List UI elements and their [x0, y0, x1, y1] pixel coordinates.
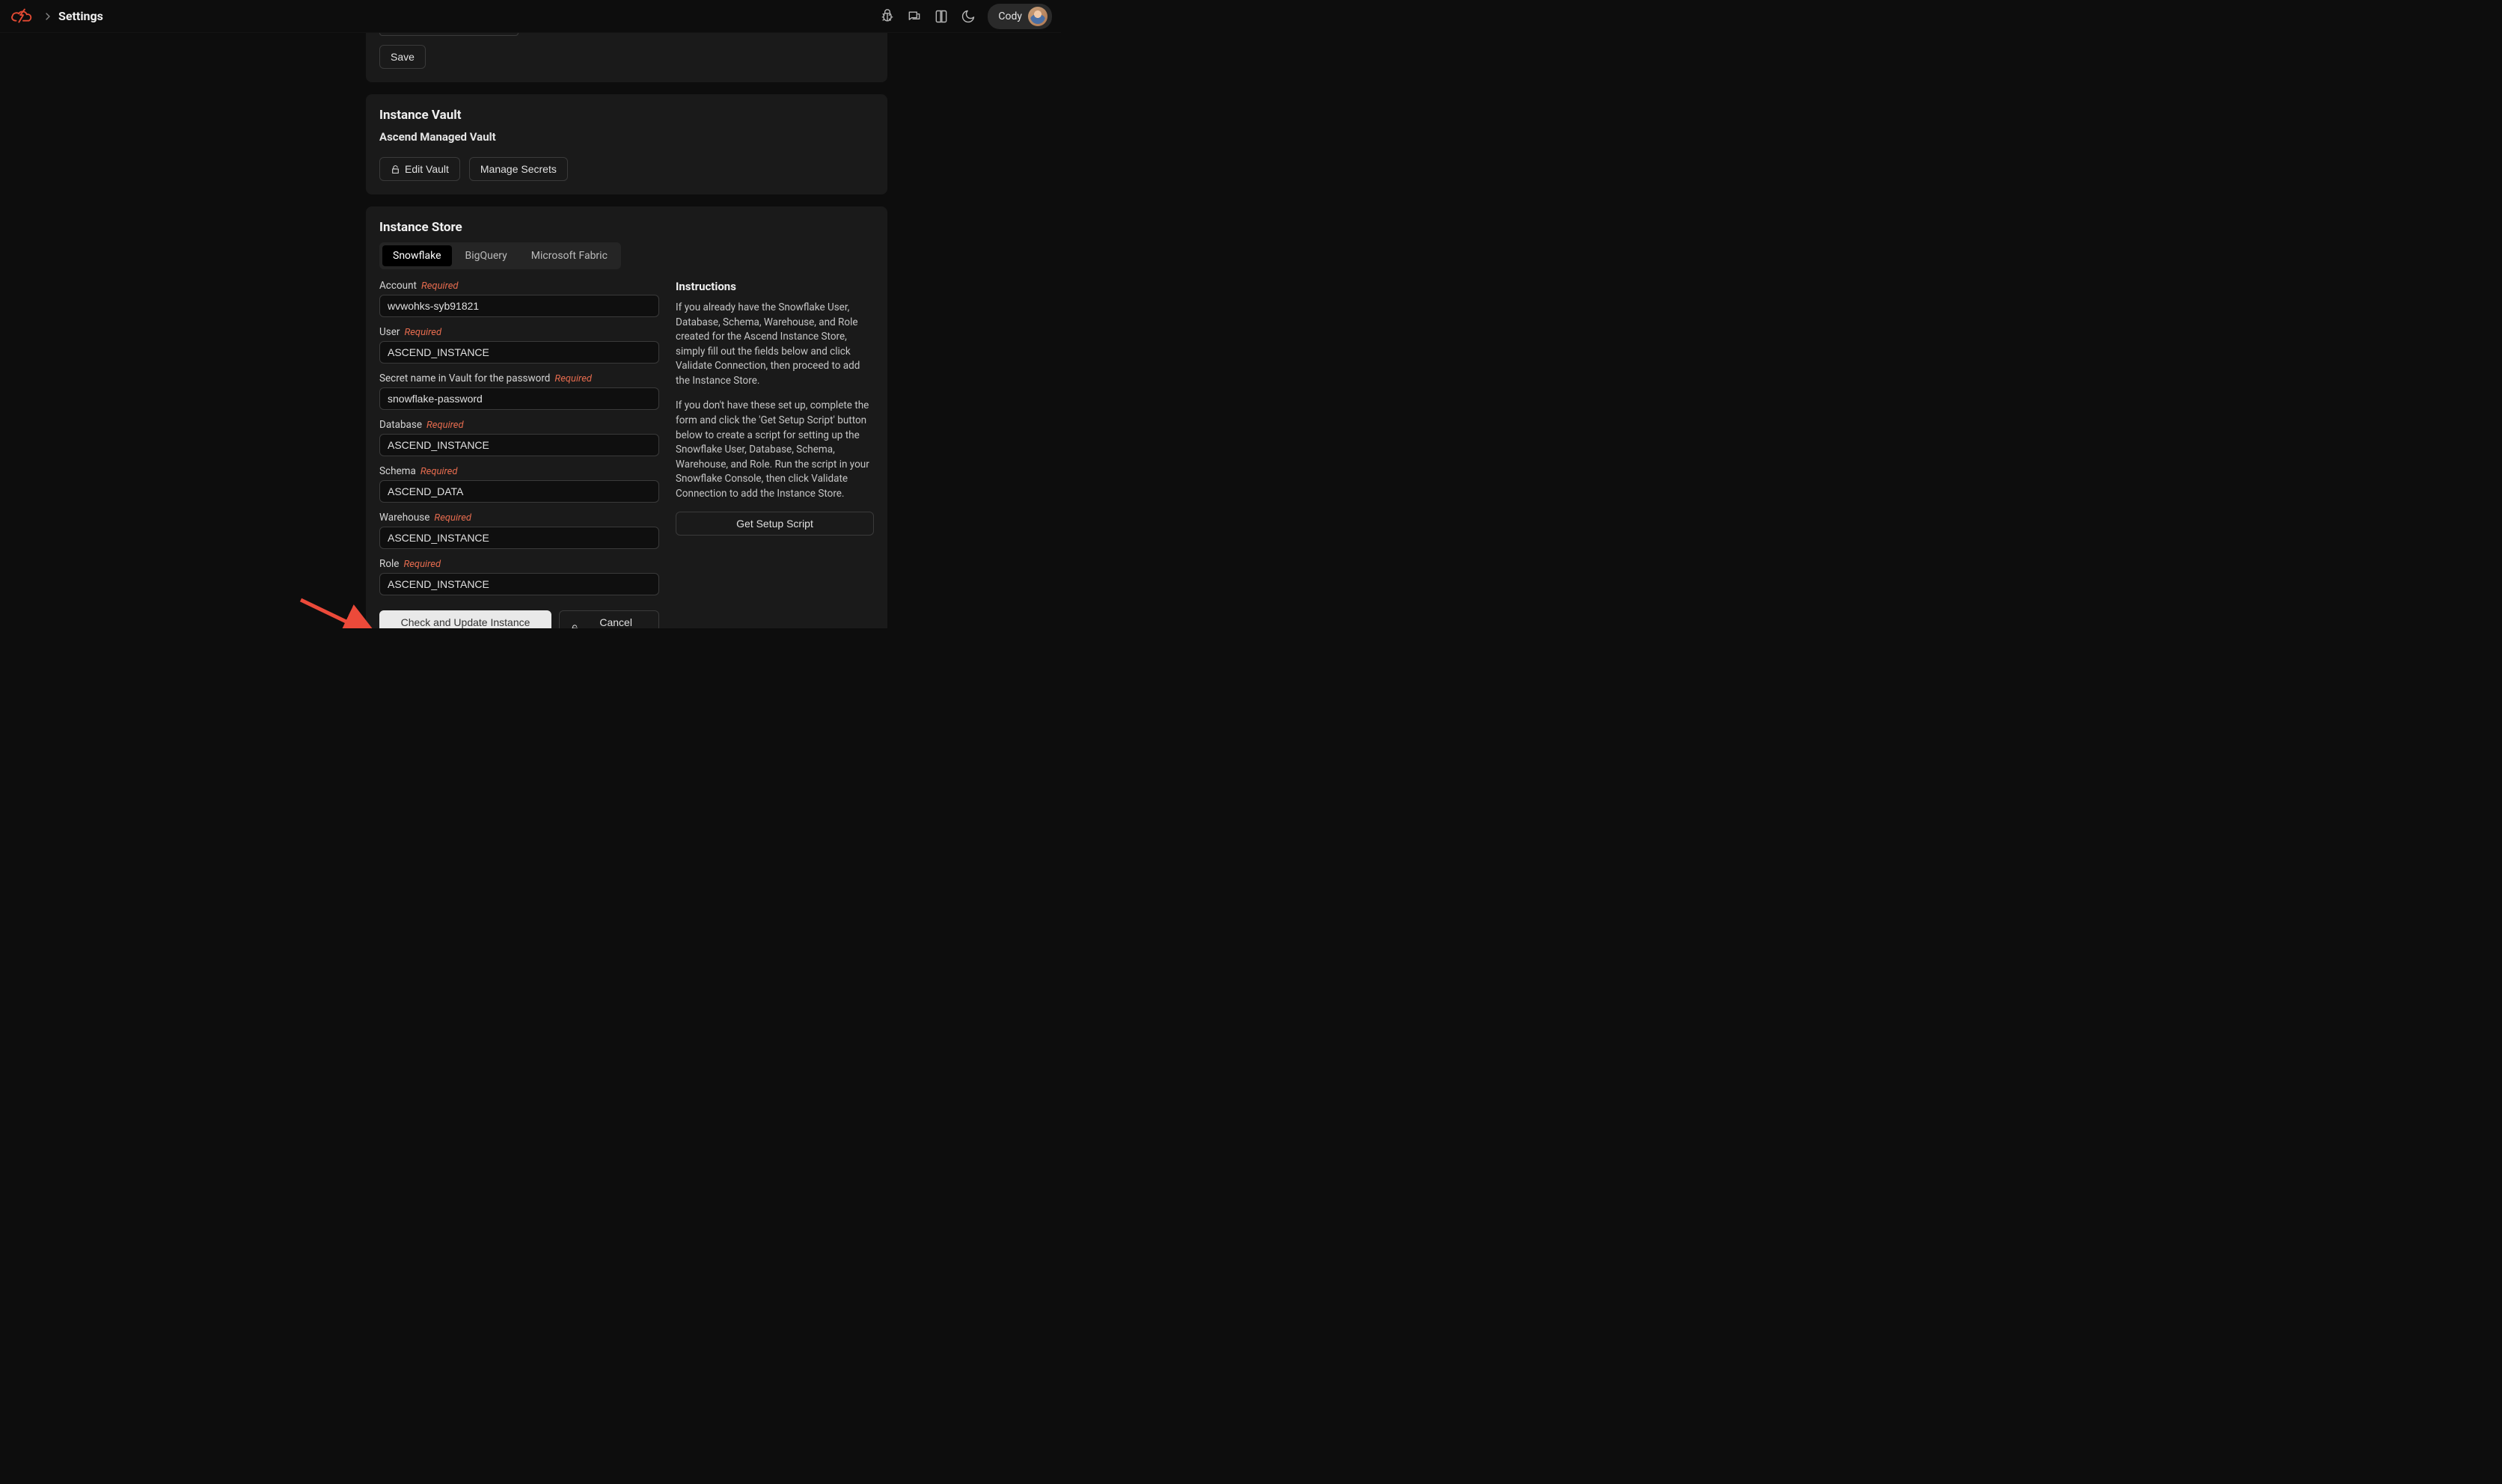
tab-bigquery[interactable]: BigQuery	[455, 245, 518, 266]
vault-card: Instance Vault Ascend Managed Vault Edit…	[366, 94, 887, 194]
avatar	[1028, 7, 1047, 26]
instructions-p2: If you don't have these set up, complete…	[676, 399, 874, 501]
bug-icon[interactable]	[880, 9, 895, 24]
vault-subtitle: Ascend Managed Vault	[379, 130, 874, 144]
field-user: UserRequired	[379, 326, 659, 364]
cancel-editing-button[interactable]: Cancel Editing	[559, 610, 659, 628]
check-update-button[interactable]: Check and Update Instance Store	[379, 610, 551, 628]
edit-vault-button[interactable]: Edit Vault	[379, 157, 460, 181]
role-input[interactable]	[379, 573, 659, 595]
store-title: Instance Store	[379, 220, 874, 235]
get-setup-script-button[interactable]: Get Setup Script	[676, 512, 874, 536]
lock-open-icon	[391, 165, 400, 174]
logo[interactable]	[9, 7, 37, 25]
chevron-right-icon	[42, 10, 54, 22]
schema-input[interactable]	[379, 480, 659, 503]
moon-icon[interactable]	[961, 9, 976, 24]
user-input[interactable]	[379, 341, 659, 364]
store-tabs: Snowflake BigQuery Microsoft Fabric	[379, 242, 621, 269]
user-name: Cody	[998, 10, 1022, 22]
vault-title: Instance Vault	[379, 108, 874, 123]
field-role: RoleRequired	[379, 558, 659, 595]
prior-card: Save	[366, 33, 887, 82]
warehouse-input[interactable]	[379, 527, 659, 549]
save-button[interactable]: Save	[379, 45, 426, 69]
page-title: Settings	[58, 9, 103, 23]
field-account: AccountRequired	[379, 280, 659, 317]
field-database: DatabaseRequired	[379, 419, 659, 456]
truncated-input	[379, 33, 519, 36]
database-input[interactable]	[379, 434, 659, 456]
instructions-title: Instructions	[676, 280, 874, 293]
account-input[interactable]	[379, 295, 659, 317]
topbar: Settings Cody	[0, 0, 1061, 33]
field-schema: SchemaRequired	[379, 465, 659, 503]
tab-fabric[interactable]: Microsoft Fabric	[521, 245, 618, 266]
secret-input[interactable]	[379, 387, 659, 410]
store-card: Instance Store Snowflake BigQuery Micros…	[366, 206, 887, 628]
chat-icon[interactable]	[907, 9, 922, 24]
instructions-p1: If you already have the Snowflake User, …	[676, 301, 874, 388]
manage-secrets-button[interactable]: Manage Secrets	[469, 157, 568, 181]
field-secret: Secret name in Vault for the passwordReq…	[379, 372, 659, 410]
field-warehouse: WarehouseRequired	[379, 512, 659, 549]
lock-open-icon	[570, 624, 579, 629]
tab-snowflake[interactable]: Snowflake	[382, 245, 452, 266]
book-icon[interactable]	[934, 9, 949, 24]
user-menu[interactable]: Cody	[988, 4, 1052, 29]
